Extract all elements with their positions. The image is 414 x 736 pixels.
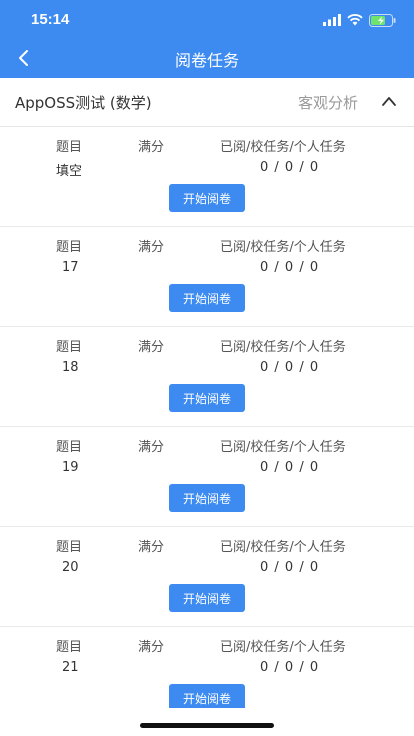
- question-card: 题目 满分 已阅/校任务/个人任务 17 0 / 0 / 0 开始阅卷: [0, 227, 414, 327]
- tasks-header: 已阅/校任务/个人任务: [220, 340, 346, 355]
- tasks-value: 0 / 0 / 0: [260, 160, 320, 175]
- status-icons: [323, 12, 396, 28]
- status-time: 15:14: [31, 11, 70, 28]
- start-grading-button[interactable]: 开始阅卷: [169, 484, 245, 512]
- question-header: 题目: [56, 640, 83, 655]
- question-header: 题目: [56, 340, 83, 355]
- question-card: 题目 满分 已阅/校任务/个人任务 填空 0 / 0 / 0 开始阅卷: [0, 127, 414, 227]
- full-score-header: 满分: [138, 140, 165, 155]
- question-card: 题目 满分 已阅/校任务/个人任务 21 0 / 0 / 0 开始阅卷: [0, 627, 414, 708]
- tasks-value: 0 / 0 / 0: [260, 260, 320, 275]
- status-bar: 15:14: [0, 0, 414, 40]
- chevron-up-icon[interactable]: [381, 95, 397, 107]
- signal-icon: [323, 14, 341, 26]
- question-list[interactable]: 题目 满分 已阅/校任务/个人任务 填空 0 / 0 / 0 开始阅卷 题目 满…: [0, 127, 414, 708]
- start-grading-button[interactable]: 开始阅卷: [169, 584, 245, 612]
- question-value: 20: [62, 560, 79, 575]
- start-grading-button[interactable]: 开始阅卷: [169, 684, 245, 708]
- question-card: 题目 满分 已阅/校任务/个人任务 20 0 / 0 / 0 开始阅卷: [0, 527, 414, 627]
- question-header: 题目: [56, 140, 83, 155]
- question-header: 题目: [56, 440, 83, 455]
- app-header: 15:14 阅卷任务: [0, 0, 414, 78]
- question-value: 21: [62, 660, 79, 675]
- tasks-value: 0 / 0 / 0: [260, 560, 320, 575]
- tasks-header: 已阅/校任务/个人任务: [220, 140, 346, 155]
- home-indicator: [140, 723, 274, 728]
- subject-row[interactable]: AppOSS测试 (数学) 客观分析: [0, 78, 414, 127]
- tasks-value: 0 / 0 / 0: [260, 360, 320, 375]
- start-grading-button[interactable]: 开始阅卷: [169, 384, 245, 412]
- question-value: 18: [62, 360, 79, 375]
- objective-analysis-link[interactable]: 客观分析: [298, 92, 358, 113]
- full-score-header: 满分: [138, 240, 165, 255]
- start-grading-button[interactable]: 开始阅卷: [169, 184, 245, 212]
- battery-charging-icon: [369, 13, 396, 27]
- question-header: 题目: [56, 240, 83, 255]
- question-value: 17: [62, 260, 79, 275]
- tasks-header: 已阅/校任务/个人任务: [220, 540, 346, 555]
- wifi-icon: [347, 14, 363, 26]
- question-header: 题目: [56, 540, 83, 555]
- subject-name: AppOSS测试 (数学): [15, 94, 152, 112]
- full-score-header: 满分: [138, 340, 165, 355]
- question-value: 19: [62, 460, 79, 475]
- full-score-header: 满分: [138, 540, 165, 555]
- question-value: 填空: [56, 164, 83, 179]
- full-score-header: 满分: [138, 640, 165, 655]
- page-title: 阅卷任务: [174, 51, 239, 70]
- question-card: 题目 满分 已阅/校任务/个人任务 18 0 / 0 / 0 开始阅卷: [0, 327, 414, 427]
- question-card: 题目 满分 已阅/校任务/个人任务 19 0 / 0 / 0 开始阅卷: [0, 427, 414, 527]
- tasks-value: 0 / 0 / 0: [260, 660, 320, 675]
- tasks-header: 已阅/校任务/个人任务: [220, 440, 346, 455]
- tasks-value: 0 / 0 / 0: [260, 460, 320, 475]
- tasks-header: 已阅/校任务/个人任务: [220, 240, 346, 255]
- start-grading-button[interactable]: 开始阅卷: [169, 284, 245, 312]
- full-score-header: 满分: [138, 440, 165, 455]
- tasks-header: 已阅/校任务/个人任务: [220, 640, 346, 655]
